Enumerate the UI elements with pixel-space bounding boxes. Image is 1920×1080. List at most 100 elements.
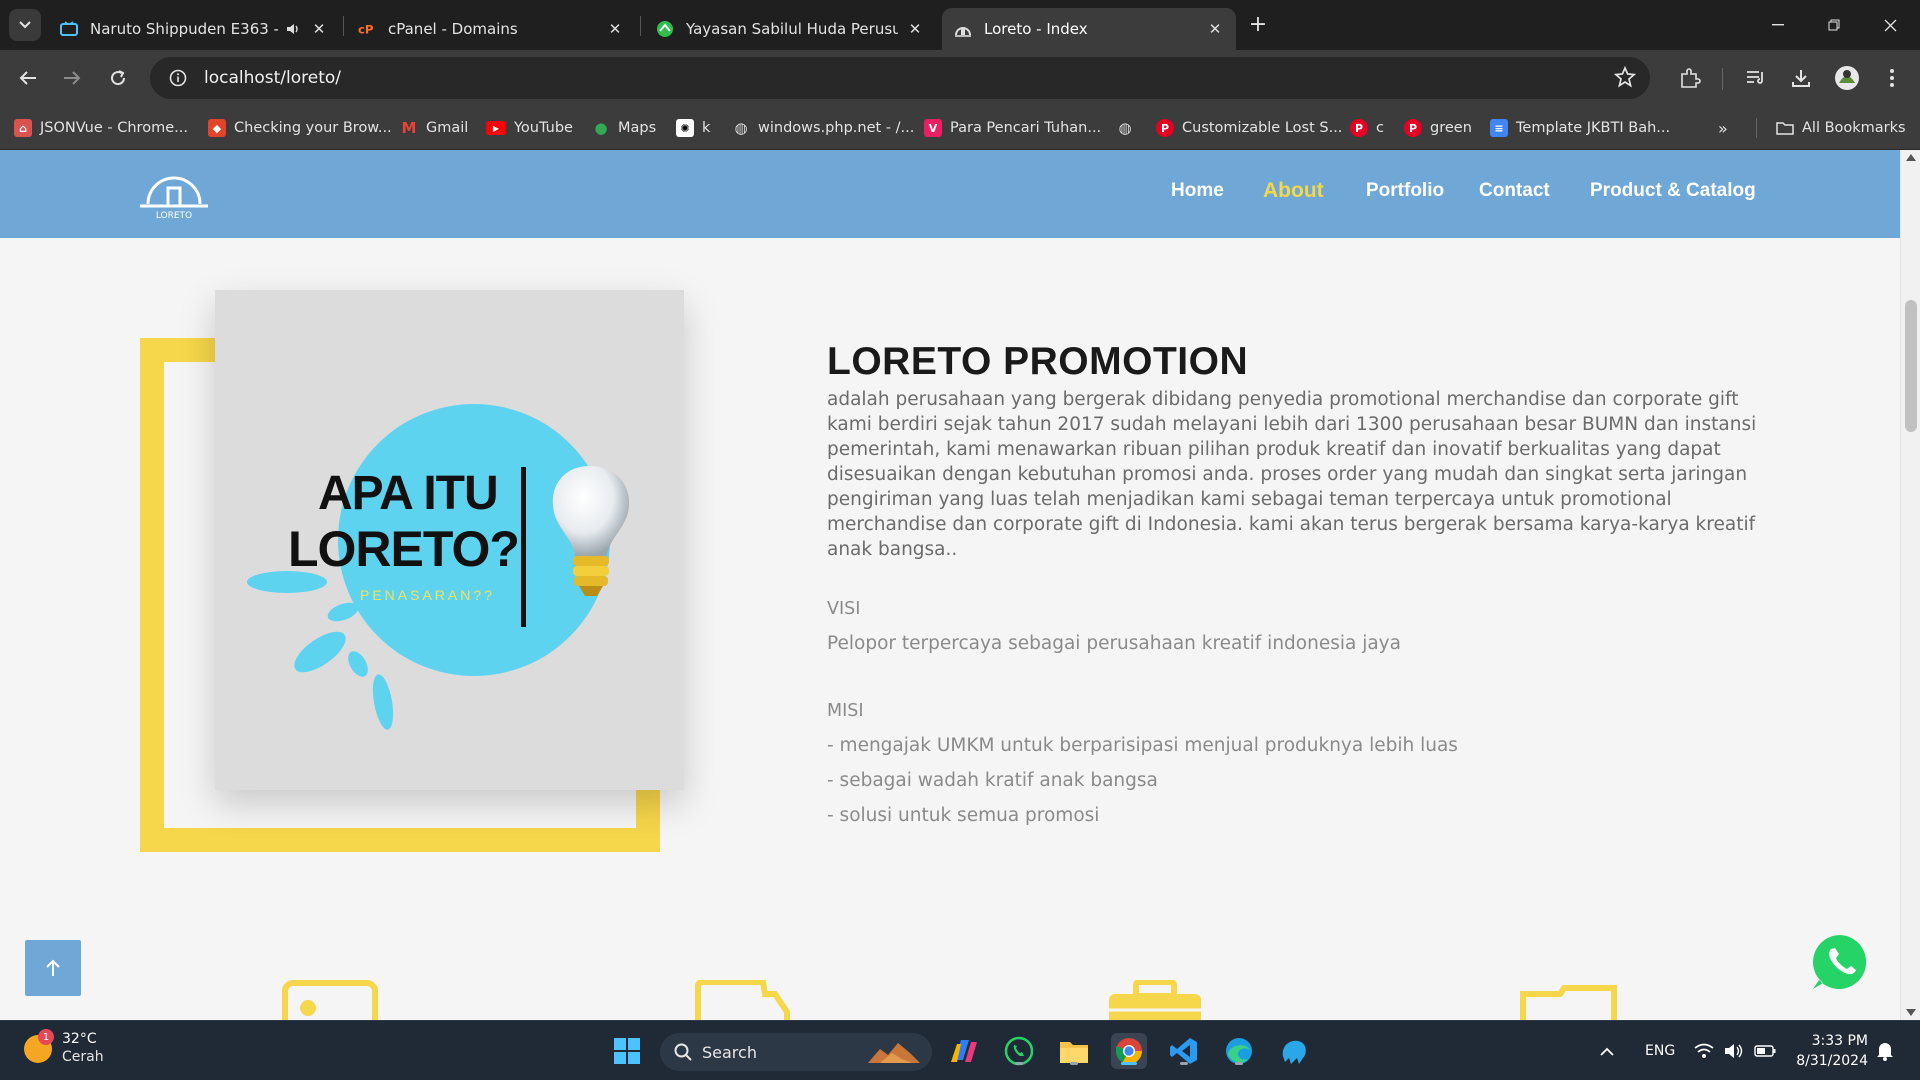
chevron-down-icon (19, 21, 31, 29)
bookmarks-overflow-button[interactable]: » (1718, 116, 1728, 140)
site-info-icon[interactable] (158, 58, 198, 98)
minimize-icon (1772, 24, 1784, 26)
whatsapp-app[interactable] (1001, 1033, 1037, 1069)
minimize-button[interactable] (1750, 0, 1806, 50)
bookmark-jsonvue[interactable]: ⌂ JSONVue - Chrome... (14, 116, 188, 140)
bookmark-label: windows.php.net - /... (758, 120, 915, 136)
vscode-app[interactable] (1166, 1033, 1202, 1069)
forward-button[interactable] (56, 62, 88, 94)
network-status[interactable] (1694, 1021, 1776, 1080)
windows-start-button[interactable] (609, 1033, 645, 1069)
misi-item: - sebagai wadah kratif anak bangsa (827, 770, 1158, 791)
visi-label: VISI (827, 599, 861, 619)
system-clock[interactable]: 3:33 PM 8/31/2024 (1792, 1031, 1868, 1071)
tray-overflow-button[interactable] (1600, 1021, 1614, 1080)
bookmark-template[interactable]: ≡ Template JKBTI Bah... (1490, 116, 1670, 140)
weather-widget[interactable]: 1 32°C Cerah (24, 1029, 104, 1067)
bookmark-gmail[interactable]: M Gmail (400, 116, 469, 140)
scroll-thumb[interactable] (1905, 300, 1917, 432)
nav-contact[interactable]: Contact (1479, 180, 1550, 202)
tab-search-button[interactable] (9, 9, 41, 41)
bookmark-label: Template JKBTI Bah... (1516, 120, 1671, 136)
tab-title: cPanel - Domains (388, 20, 518, 38)
more-menu-icon[interactable] (1878, 64, 1906, 92)
bookmark-label: Gmail (426, 120, 469, 136)
lightbulb-icon (552, 466, 630, 596)
site-navbar: LORETO Home About Portfolio Contact Prod… (0, 150, 1900, 238)
logo-text: LORETO (156, 211, 192, 221)
tab-strip: Naruto Shippuden E363 - Tl ✕ cP cPanel -… (0, 0, 1920, 50)
bookmark-youtube[interactable]: ▶ YouTube (486, 116, 573, 140)
bookmark-k[interactable]: ✺ k (676, 116, 710, 140)
tab-cpanel[interactable]: cP cPanel - Domains ✕ (346, 8, 636, 50)
app-blue[interactable] (1276, 1033, 1312, 1069)
close-tab-icon[interactable]: ✕ (310, 20, 328, 38)
hero-title-line1: APA ITU (318, 467, 499, 520)
address-bar[interactable]: localhost/loreto/ (150, 57, 1650, 99)
taskbar-search[interactable]: Search (660, 1033, 932, 1071)
folder-icon (1776, 119, 1794, 137)
close-tab-icon[interactable]: ✕ (906, 20, 924, 38)
audio-icon[interactable] (284, 20, 302, 38)
nav-portfolio[interactable]: Portfolio (1366, 180, 1444, 202)
bell-icon (1877, 1043, 1893, 1061)
nav-about[interactable]: About (1263, 179, 1324, 203)
hero-divider (521, 467, 526, 627)
gitlab-icon: ◆ (208, 119, 226, 137)
nav-home[interactable]: Home (1171, 180, 1224, 202)
running-indicator (1015, 1062, 1023, 1065)
bookmark-globe[interactable]: ◍ (1116, 116, 1142, 140)
loreto-logo[interactable]: LORETO (138, 166, 210, 224)
bookmarks-divider (1756, 118, 1757, 138)
truck-feature-icon (695, 980, 790, 1020)
copilot-app[interactable] (946, 1033, 982, 1069)
language-indicator[interactable]: ENG (1645, 1021, 1675, 1080)
restore-button[interactable] (1806, 0, 1862, 50)
tab-divider (343, 16, 344, 36)
download-icon[interactable] (1787, 64, 1815, 92)
misi-item: - mengajak UMKM untuk berparisipasi menj… (827, 735, 1458, 756)
bookmark-para-pencari[interactable]: V Para Pencari Tuhan... (924, 116, 1101, 140)
hero-title-line2: LORETO? (288, 521, 520, 577)
nav-product-catalog[interactable]: Product & Catalog (1590, 180, 1756, 202)
bookmark-maps[interactable]: ● Maps (592, 116, 656, 140)
close-window-button[interactable] (1862, 0, 1918, 50)
search-label: Search (702, 1042, 757, 1062)
tab-naruto[interactable]: Naruto Shippuden E363 - Tl ✕ (48, 8, 340, 50)
profile-avatar[interactable] (1833, 64, 1861, 92)
running-indicator (1180, 1062, 1188, 1065)
bookmark-green[interactable]: P green (1404, 116, 1472, 140)
scroll-down-arrow[interactable] (1906, 1009, 1916, 1016)
edge-app[interactable] (1221, 1033, 1257, 1069)
reload-button[interactable] (102, 62, 134, 94)
all-bookmarks-button[interactable]: All Bookmarks (1776, 116, 1906, 140)
bookmark-checking[interactable]: ◆ Checking your Brow... (208, 116, 392, 140)
windows-icon (614, 1038, 640, 1064)
cpanel-icon: cP (358, 20, 376, 38)
media-control-icon[interactable] (1742, 64, 1770, 92)
bookmark-c[interactable]: P c (1350, 116, 1384, 140)
chrome-app[interactable] (1111, 1033, 1147, 1069)
tab-loreto[interactable]: Loreto - Index ✕ (942, 8, 1236, 50)
file-explorer-app[interactable] (1056, 1033, 1092, 1069)
tab-title: Naruto Shippuden E363 - Tl (90, 20, 278, 38)
whatsapp-button[interactable] (1810, 932, 1870, 992)
bookmark-label: Maps (618, 120, 657, 136)
close-tab-icon[interactable]: ✕ (606, 20, 624, 38)
scroll-up-arrow[interactable] (1906, 154, 1916, 161)
bookmark-customizable[interactable]: P Customizable Lost S... (1156, 116, 1342, 140)
back-to-top-button[interactable] (25, 940, 81, 996)
wifi-icon (1694, 1043, 1714, 1058)
gmail-icon: M (401, 119, 417, 137)
bookmark-windows-php[interactable]: ◍ windows.php.net - /... (732, 116, 914, 140)
back-button[interactable] (12, 62, 44, 94)
bookmark-star-icon[interactable] (1613, 65, 1637, 92)
battery-icon (1754, 1045, 1776, 1057)
notifications-button[interactable] (1876, 1021, 1894, 1080)
tab-yayasan[interactable]: Yayasan Sabilul Huda Perusung ✕ (644, 8, 936, 50)
weather-temp: 32°C (62, 1031, 97, 1047)
page-scrollbar[interactable] (1900, 150, 1920, 1020)
new-tab-button[interactable]: + (1244, 10, 1272, 38)
extensions-icon[interactable] (1676, 64, 1704, 92)
close-tab-icon[interactable]: ✕ (1206, 20, 1224, 38)
